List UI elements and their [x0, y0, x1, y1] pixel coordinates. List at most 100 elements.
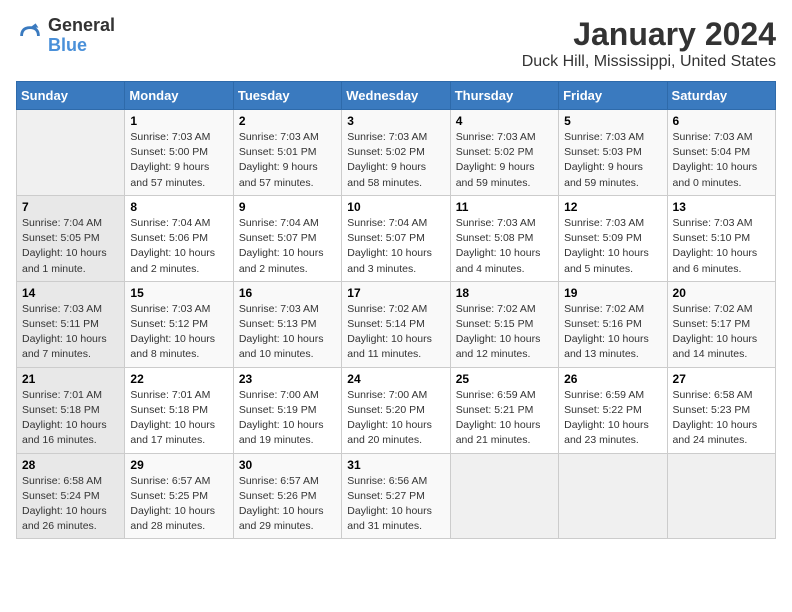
day-number: 3: [347, 114, 444, 128]
day-info: Sunrise: 6:57 AM Sunset: 5:25 PM Dayligh…: [130, 474, 227, 535]
day-info: Sunrise: 7:03 AM Sunset: 5:02 PM Dayligh…: [456, 130, 553, 191]
day-info: Sunrise: 7:03 AM Sunset: 5:03 PM Dayligh…: [564, 130, 661, 191]
day-number: 28: [22, 458, 119, 472]
calendar-cell: 21 Sunrise: 7:01 AM Sunset: 5:18 PM Dayli…: [17, 367, 125, 453]
day-number: 20: [673, 286, 770, 300]
day-info: Sunrise: 7:04 AM Sunset: 5:07 PM Dayligh…: [239, 216, 336, 277]
calendar-cell: 19Sunrise: 7:02 AM Sunset: 5:16 PM Dayli…: [559, 281, 667, 367]
calendar-cell: 15Sunrise: 7:03 AM Sunset: 5:12 PM Dayli…: [125, 281, 233, 367]
logo: General Blue: [16, 16, 115, 56]
day-number: 29: [130, 458, 227, 472]
week-row-2: 7Sunrise: 7:04 AM Sunset: 5:05 PM Daylig…: [17, 195, 776, 281]
day-info: Sunrise: 7:03 AM Sunset: 5:10 PM Dayligh…: [673, 216, 770, 277]
day-number: 17: [347, 286, 444, 300]
day-info: Sunrise: 7:03 AM Sunset: 5:11 PM Dayligh…: [22, 302, 119, 363]
day-number: 4: [456, 114, 553, 128]
day-number: 24: [347, 372, 444, 386]
day-header-monday: Monday: [125, 82, 233, 110]
day-number: 30: [239, 458, 336, 472]
day-number: 31: [347, 458, 444, 472]
day-number: 9: [239, 200, 336, 214]
calendar-cell: 2Sunrise: 7:03 AM Sunset: 5:01 PM Daylig…: [233, 110, 341, 196]
day-info: Sunrise: 6:59 AM Sunset: 5:21 PM Dayligh…: [456, 388, 553, 449]
calendar-cell: 3 Sunrise: 7:03 AM Sunset: 5:02 PM Daylig…: [342, 110, 450, 196]
calendar-cell: 7Sunrise: 7:04 AM Sunset: 5:05 PM Daylig…: [17, 195, 125, 281]
day-header-saturday: Saturday: [667, 82, 775, 110]
day-number: 10: [347, 200, 444, 214]
day-info: Sunrise: 7:03 AM Sunset: 5:01 PM Dayligh…: [239, 130, 336, 191]
logo-icon: [16, 22, 44, 50]
day-info: Sunrise: 7:03 AM Sunset: 5:13 PM Dayligh…: [239, 302, 336, 363]
day-info: Sunrise: 7:02 AM Sunset: 5:15 PM Dayligh…: [456, 302, 553, 363]
day-number: 6: [673, 114, 770, 128]
day-info: Sunrise: 7:03 AM Sunset: 5:08 PM Dayligh…: [456, 216, 553, 277]
day-info: Sunrise: 6:58 AM Sunset: 5:24 PM Dayligh…: [22, 474, 119, 535]
week-row-4: 21 Sunrise: 7:01 AM Sunset: 5:18 PM Dayli…: [17, 367, 776, 453]
calendar-cell: [17, 110, 125, 196]
day-number: 23: [239, 372, 336, 386]
day-header-sunday: Sunday: [17, 82, 125, 110]
day-info: Sunrise: 7:02 AM Sunset: 5:14 PM Dayligh…: [347, 302, 444, 363]
calendar-header: SundayMondayTuesdayWednesdayThursdayFrid…: [17, 82, 776, 110]
calendar-cell: 17 Sunrise: 7:02 AM Sunset: 5:14 PM Dayli…: [342, 281, 450, 367]
calendar-cell: 9 Sunrise: 7:04 AM Sunset: 5:07 PM Daylig…: [233, 195, 341, 281]
day-info: Sunrise: 7:04 AM Sunset: 5:06 PM Dayligh…: [130, 216, 227, 277]
day-number: 14: [22, 286, 119, 300]
calendar-cell: 5 Sunrise: 7:03 AM Sunset: 5:03 PM Daylig…: [559, 110, 667, 196]
calendar-cell: 29 Sunrise: 6:57 AM Sunset: 5:25 PM Dayli…: [125, 453, 233, 539]
calendar-cell: 10Sunrise: 7:04 AM Sunset: 5:07 PM Dayli…: [342, 195, 450, 281]
calendar-cell: 12 Sunrise: 7:03 AM Sunset: 5:09 PM Dayli…: [559, 195, 667, 281]
day-number: 5: [564, 114, 661, 128]
day-number: 21: [22, 372, 119, 386]
day-number: 1: [130, 114, 227, 128]
day-number: 22: [130, 372, 227, 386]
calendar-cell: 1Sunrise: 7:03 AM Sunset: 5:00 PM Daylig…: [125, 110, 233, 196]
day-info: Sunrise: 7:04 AM Sunset: 5:05 PM Dayligh…: [22, 216, 119, 277]
day-number: 19: [564, 286, 661, 300]
calendar-cell: 20 Sunrise: 7:02 AM Sunset: 5:17 PM Dayli…: [667, 281, 775, 367]
day-info: Sunrise: 7:03 AM Sunset: 5:02 PM Dayligh…: [347, 130, 444, 191]
week-row-5: 28 Sunrise: 6:58 AM Sunset: 5:24 PM Dayli…: [17, 453, 776, 539]
day-info: Sunrise: 6:57 AM Sunset: 5:26 PM Dayligh…: [239, 474, 336, 535]
day-info: Sunrise: 7:01 AM Sunset: 5:18 PM Dayligh…: [130, 388, 227, 449]
day-number: 12: [564, 200, 661, 214]
calendar-subtitle: Duck Hill, Mississippi, United States: [522, 53, 776, 71]
day-header-friday: Friday: [559, 82, 667, 110]
day-number: 18: [456, 286, 553, 300]
calendar-cell: 16 Sunrise: 7:03 AM Sunset: 5:13 PM Dayli…: [233, 281, 341, 367]
logo-line2: Blue: [48, 36, 115, 56]
day-info: Sunrise: 7:01 AM Sunset: 5:18 PM Dayligh…: [22, 388, 119, 449]
day-info: Sunrise: 7:00 AM Sunset: 5:19 PM Dayligh…: [239, 388, 336, 449]
day-number: 16: [239, 286, 336, 300]
day-number: 26: [564, 372, 661, 386]
calendar-cell: 30 Sunrise: 6:57 AM Sunset: 5:26 PM Dayli…: [233, 453, 341, 539]
calendar-cell: 6Sunrise: 7:03 AM Sunset: 5:04 PM Daylig…: [667, 110, 775, 196]
day-number: 13: [673, 200, 770, 214]
day-header-thursday: Thursday: [450, 82, 558, 110]
logo-line1: General: [48, 16, 115, 36]
day-info: Sunrise: 6:56 AM Sunset: 5:27 PM Dayligh…: [347, 474, 444, 535]
calendar-cell: 26 Sunrise: 6:59 AM Sunset: 5:22 PM Dayli…: [559, 367, 667, 453]
calendar-cell: 28 Sunrise: 6:58 AM Sunset: 5:24 PM Dayli…: [17, 453, 125, 539]
calendar-cell: 27 Sunrise: 6:58 AM Sunset: 5:23 PM Dayli…: [667, 367, 775, 453]
day-number: 27: [673, 372, 770, 386]
calendar-cell: 22 Sunrise: 7:01 AM Sunset: 5:18 PM Dayli…: [125, 367, 233, 453]
calendar-cell: [559, 453, 667, 539]
calendar-cell: 24Sunrise: 7:00 AM Sunset: 5:20 PM Dayli…: [342, 367, 450, 453]
calendar-title: January 2024: [522, 16, 776, 53]
calendar-cell: 18 Sunrise: 7:02 AM Sunset: 5:15 PM Dayli…: [450, 281, 558, 367]
calendar-cell: 4 Sunrise: 7:03 AM Sunset: 5:02 PM Daylig…: [450, 110, 558, 196]
page-header: General Blue January 2024 Duck Hill, Mis…: [16, 16, 776, 71]
week-row-3: 14 Sunrise: 7:03 AM Sunset: 5:11 PM Dayli…: [17, 281, 776, 367]
day-number: 11: [456, 200, 553, 214]
day-header-tuesday: Tuesday: [233, 82, 341, 110]
calendar-cell: [667, 453, 775, 539]
day-info: Sunrise: 7:02 AM Sunset: 5:17 PM Dayligh…: [673, 302, 770, 363]
day-info: Sunrise: 7:03 AM Sunset: 5:09 PM Dayligh…: [564, 216, 661, 277]
calendar-cell: 31 Sunrise: 6:56 AM Sunset: 5:27 PM Dayli…: [342, 453, 450, 539]
day-number: 15: [130, 286, 227, 300]
day-info: Sunrise: 6:59 AM Sunset: 5:22 PM Dayligh…: [564, 388, 661, 449]
calendar-cell: 23 Sunrise: 7:00 AM Sunset: 5:19 PM Dayli…: [233, 367, 341, 453]
day-header-wednesday: Wednesday: [342, 82, 450, 110]
day-info: Sunrise: 6:58 AM Sunset: 5:23 PM Dayligh…: [673, 388, 770, 449]
